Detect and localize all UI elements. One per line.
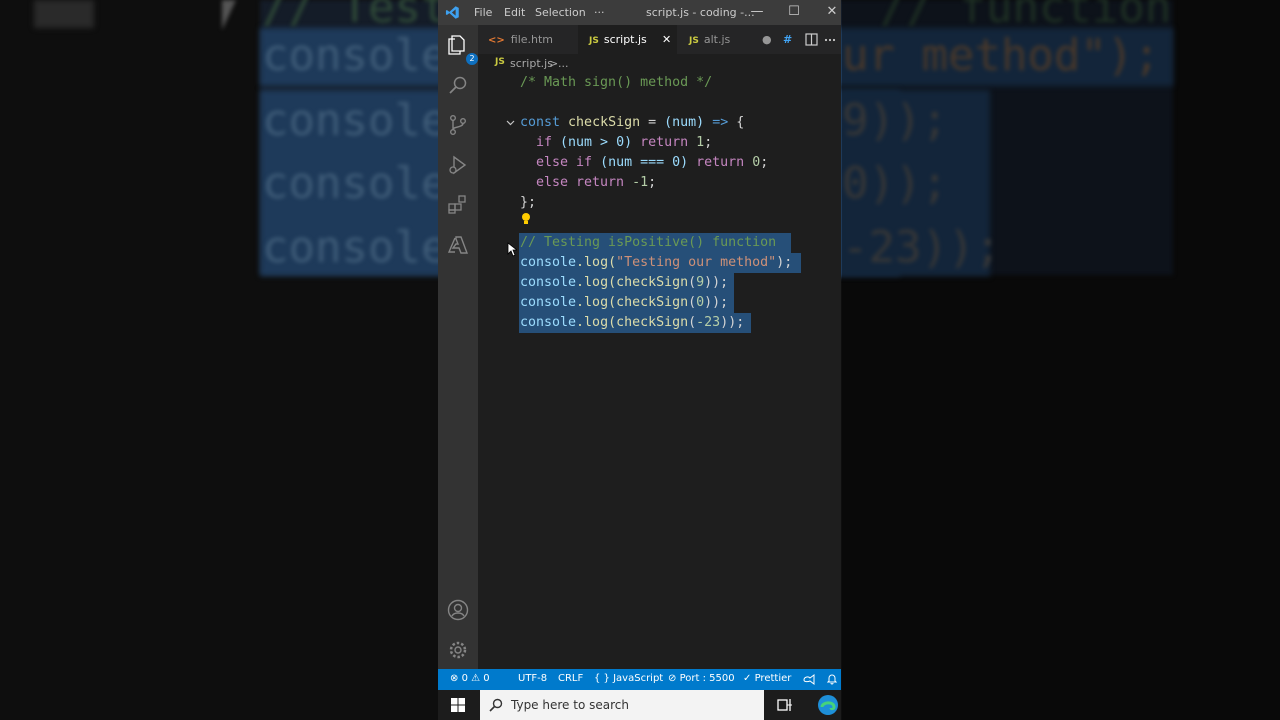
code-line: }; (520, 195, 537, 210)
code-line: // Testing isPositive() function (520, 235, 777, 250)
background-text: console (262, 222, 448, 273)
code-line: console.log(checkSign(0)); (520, 295, 729, 310)
tab-script-js[interactable]: JS script.js ✕ (578, 25, 677, 54)
task-view-icon[interactable] (777, 697, 793, 713)
search-placeholder: Type here to search (511, 698, 629, 712)
check-icon: ✓ (743, 673, 752, 684)
encoding-indicator[interactable]: UTF-8 (518, 673, 547, 684)
background-text: // Test (262, 0, 448, 33)
code-line: /* Math sign() method */ (520, 75, 713, 90)
js-file-icon: JS (689, 36, 699, 46)
split-editor-icon[interactable] (805, 33, 818, 46)
prettier-indicator[interactable]: ✓ Prettier (743, 673, 791, 684)
tab-label: file.htm (510, 33, 554, 46)
unsaved-dot-icon: ● (762, 33, 772, 46)
error-icon: ⊗ (450, 673, 459, 684)
language-indicator[interactable]: { } JavaScript (594, 673, 663, 684)
breadcrumb: JS script.js > ... (478, 55, 841, 72)
tab-file-htm[interactable]: <> file.htm (478, 25, 576, 54)
warning-count: 0 (483, 673, 490, 684)
html-file-icon: <> (488, 35, 505, 46)
settings-gear-icon[interactable] (446, 638, 470, 662)
problems-indicator[interactable]: ⊗ 0 ⚠ 0 (450, 673, 490, 684)
background-text: console (262, 158, 448, 209)
search-icon[interactable] (446, 73, 470, 97)
minimize-button[interactable]: — (746, 2, 768, 22)
background-text: console (262, 95, 448, 146)
extensions-icon[interactable] (446, 193, 470, 217)
vscode-logo-icon (445, 6, 459, 19)
close-window-button[interactable]: ✕ (821, 2, 841, 22)
mouse-pointer-icon (507, 242, 517, 257)
code-line: const checkSign = (num) => { (520, 115, 745, 130)
windows-start-icon[interactable] (451, 698, 465, 712)
vscode-window: File Edit Selection ··· script.js - codi… (438, 0, 841, 690)
close-tab-icon[interactable]: ✕ (662, 25, 671, 54)
live-server-port[interactable]: ⊘ Port : 5500 (668, 673, 735, 684)
windows-taskbar: Type here to search (438, 690, 841, 720)
code-line: else return -1; (536, 175, 657, 190)
background-shade (842, 0, 1280, 720)
background-logo (34, 0, 94, 28)
account-icon[interactable] (446, 598, 470, 622)
explorer-badge: 2 (466, 53, 478, 65)
code-line: else if (num === 0) return 0; (536, 155, 769, 170)
more-actions-icon[interactable] (824, 38, 836, 42)
breadcrumb-symbol[interactable]: ... (558, 57, 569, 70)
code-line: if (num > 0) return 1; (536, 135, 713, 150)
maximize-button[interactable]: ☐ (783, 2, 805, 22)
menu-file[interactable]: File (474, 6, 492, 19)
breadcrumb-file[interactable]: script.js (510, 57, 553, 70)
editor-tabs: <> file.htm JS script.js ✕ JS alt.js ● # (478, 25, 841, 54)
background-cursor (222, 0, 236, 30)
taskbar-search-box[interactable]: Type here to search (480, 690, 764, 720)
no-entry-icon: ⊘ (668, 673, 677, 684)
js-file-icon: JS (495, 57, 505, 67)
run-debug-icon[interactable] (446, 153, 470, 177)
menu-edit[interactable]: Edit (504, 6, 525, 19)
tab-label: alt.js (703, 33, 731, 46)
menu-selection[interactable]: Selection (535, 6, 586, 19)
code-line: console.log(checkSign(9)); (520, 275, 729, 290)
edge-browser-icon[interactable] (817, 694, 839, 716)
notifications-bell-icon[interactable] (827, 673, 837, 685)
code-editor[interactable]: /* Math sign() method */ const checkSign… (478, 72, 841, 669)
breadcrumb-separator: > (549, 57, 559, 70)
tab-label: script.js (603, 33, 647, 46)
status-bar: ⊗ 0 ⚠ 0 UTF-8 CRLF { } JavaScript ⊘ Port… (438, 669, 841, 690)
code-line: console.log(checkSign(-23)); (520, 315, 745, 330)
window-title: script.js - coding -... (646, 6, 755, 19)
source-control-icon[interactable] (446, 113, 470, 137)
warning-icon: ⚠ (471, 673, 481, 684)
eol-indicator[interactable]: CRLF (558, 673, 583, 684)
search-icon (489, 698, 503, 712)
fold-chevron-icon[interactable] (506, 120, 515, 126)
azure-icon[interactable] (446, 233, 470, 257)
files-icon[interactable]: 2 (446, 33, 478, 65)
js-file-icon: JS (589, 36, 599, 46)
activity-bar: 2 (438, 25, 478, 669)
menu-more[interactable]: ··· (594, 6, 605, 19)
lightbulb-icon[interactable] (521, 212, 531, 226)
tab-alt-js[interactable]: JS alt.js ● (677, 25, 777, 54)
feedback-icon[interactable] (803, 674, 815, 685)
tab-css[interactable]: # (783, 25, 803, 54)
code-line: console.log("Testing our method"); (520, 255, 793, 270)
braces-icon: { } (594, 673, 610, 684)
error-count: 0 (461, 673, 468, 684)
background-text: console (262, 30, 448, 81)
title-bar: File Edit Selection ··· script.js - codi… (438, 0, 841, 25)
